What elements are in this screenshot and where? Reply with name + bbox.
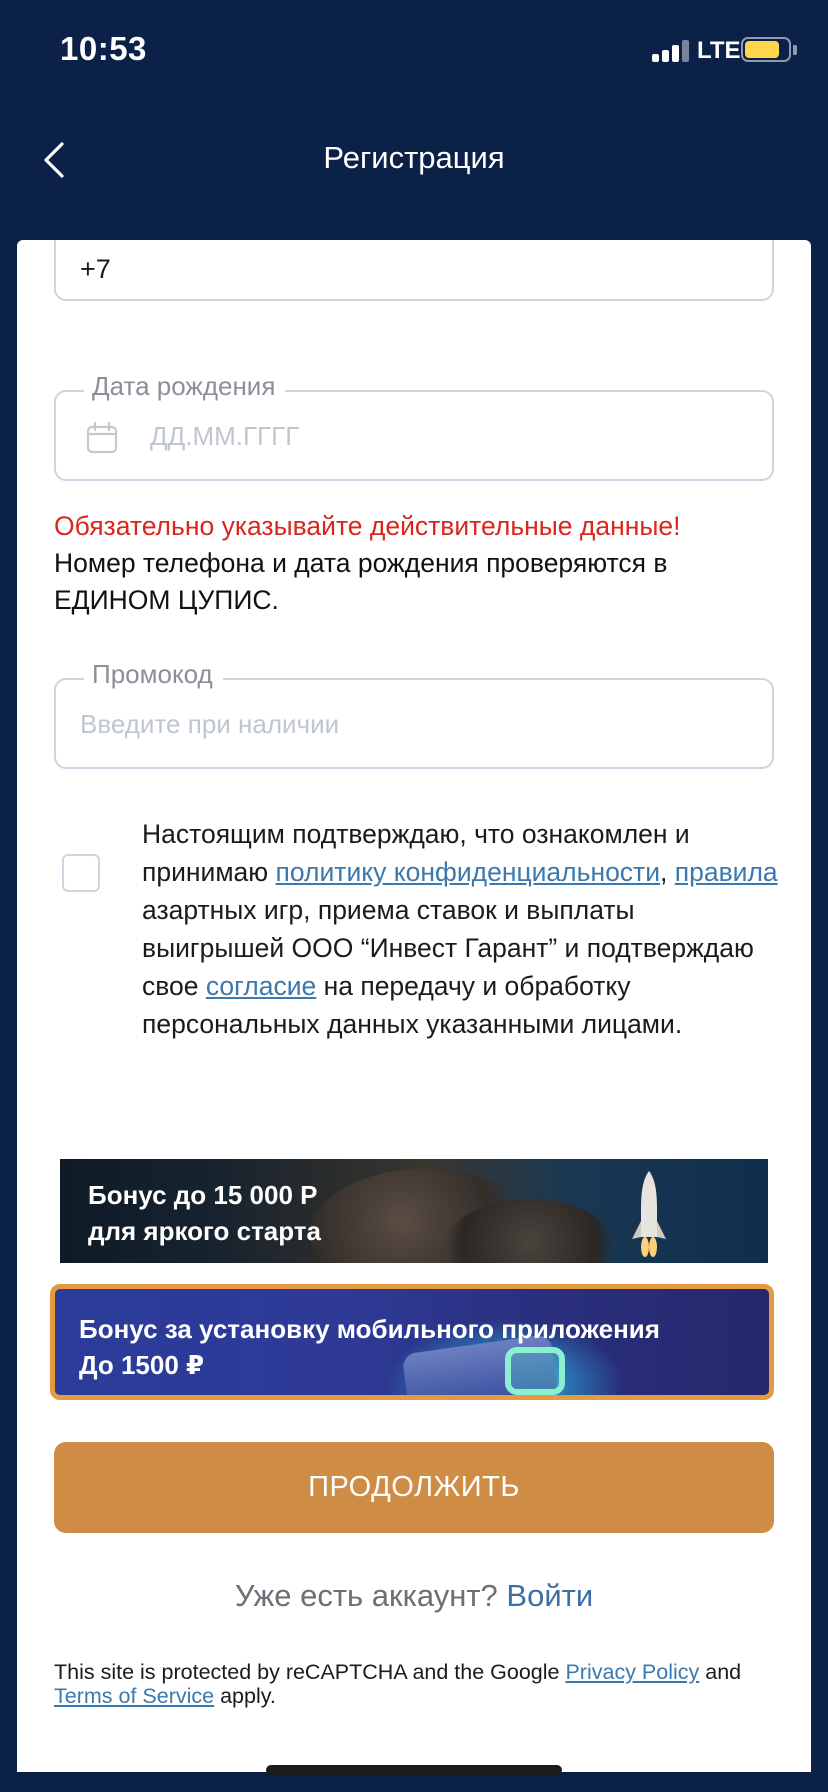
login-link[interactable]: Войти (506, 1578, 593, 1613)
consent-text-part: , (660, 857, 675, 887)
recaptcha-text: This site is protected by reCAPTCHA and … (54, 1660, 566, 1684)
network-type: LTE (697, 37, 741, 64)
login-prompt: Уже есть аккаунт? Войти (17, 1578, 811, 1614)
battery-tip (793, 45, 797, 55)
home-indicator (266, 1765, 562, 1775)
status-bar: 10:53 LTE (0, 0, 828, 100)
rules-link[interactable]: правила (675, 857, 778, 887)
birth-date-field[interactable]: Дата рождения ДД.ММ.ГГГГ (54, 366, 774, 481)
banner-line-2: До 1500 ₽ (79, 1350, 205, 1380)
calendar-icon (86, 422, 118, 454)
recaptcha-text: apply. (214, 1684, 276, 1708)
registration-card: +7 Дата рождения ДД.ММ.ГГГГ Обязательно … (17, 240, 811, 1772)
nav-bar: Регистрация (0, 110, 828, 210)
battery-level (745, 41, 779, 58)
data-warning: Обязательно указывайте действительные да… (54, 508, 784, 619)
birth-date-input[interactable]: ДД.ММ.ГГГГ (150, 421, 299, 452)
bonus-banner-app[interactable]: Бонус за установку мобильного приложения… (50, 1284, 774, 1400)
signal-icon (652, 40, 690, 62)
login-prompt-text: Уже есть аккаунт? (234, 1578, 498, 1613)
promo-field[interactable]: Промокод Введите при наличии (54, 654, 774, 769)
status-time: 10:53 (60, 30, 147, 67)
banner-line-2: для яркого старта (88, 1216, 321, 1246)
banner-text: Бонус до 15 000 Р для яркого старта (88, 1177, 321, 1249)
page-title: Регистрация (323, 140, 505, 175)
privacy-policy-link[interactable]: Privacy Policy (565, 1660, 699, 1684)
promo-input[interactable]: Введите при наличии (80, 709, 339, 740)
rocket-icon (632, 1171, 666, 1257)
consent-text: Настоящим подтверждаю, что ознакомлен и … (142, 815, 782, 1043)
battery-icon (741, 37, 791, 62)
birth-date-label: Дата рождения (84, 366, 286, 406)
privacy-policy-link[interactable]: политику конфиденциальности (276, 857, 660, 887)
recaptcha-notice: This site is protected by reCAPTCHA and … (54, 1660, 794, 1708)
phone-field[interactable]: +7 (54, 240, 774, 301)
recaptcha-text: and (699, 1660, 742, 1684)
warning-highlight: Обязательно указывайте действительные да… (54, 511, 681, 541)
continue-button[interactable]: ПРОДОЛЖИТЬ (54, 1442, 774, 1533)
banner-line-1: Бонус до 15 000 Р (88, 1180, 318, 1210)
consent-checkbox[interactable] (62, 854, 100, 892)
bonus-banner-start[interactable]: Бонус до 15 000 Р для яркого старта (60, 1159, 768, 1263)
banner-text: Бонус за установку мобильного приложения… (79, 1311, 660, 1383)
promo-label: Промокод (84, 654, 223, 694)
terms-of-service-link[interactable]: Terms of Service (54, 1684, 214, 1708)
warning-text: Номер телефона и дата рождения проверяют… (54, 548, 668, 615)
phone-input[interactable]: +7 (80, 254, 111, 285)
consent-link[interactable]: согласие (206, 971, 316, 1001)
banner-line-1: Бонус за установку мобильного приложения (79, 1314, 660, 1344)
